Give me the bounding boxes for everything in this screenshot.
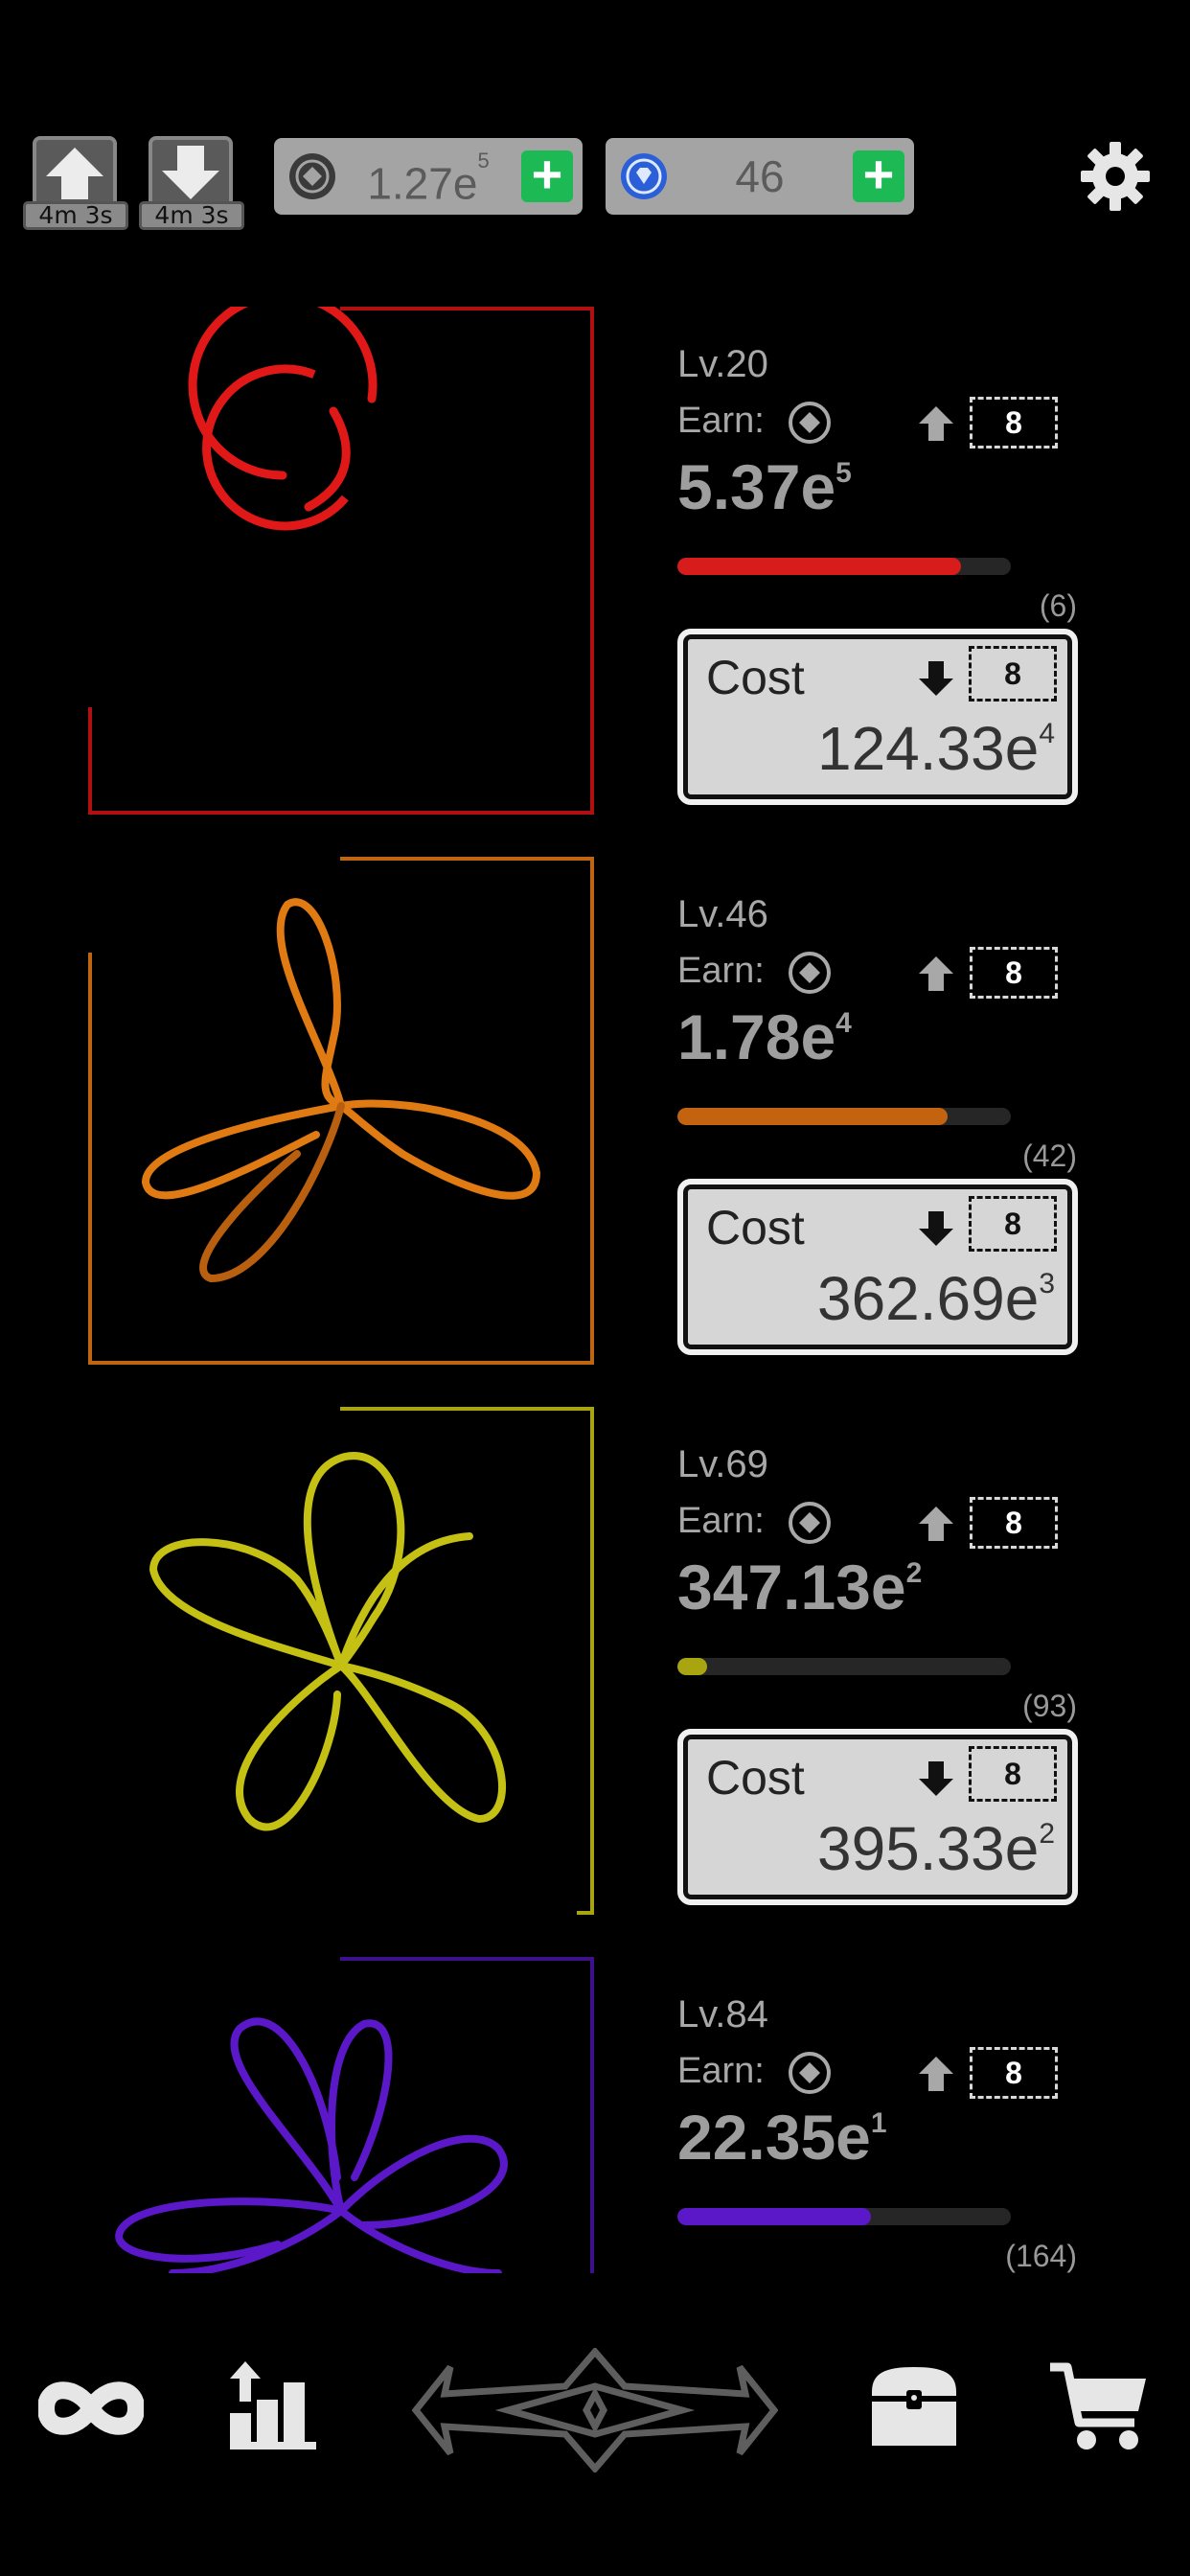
arrow-up-icon xyxy=(919,406,953,441)
arrow-up-icon xyxy=(919,956,953,991)
center-emblem-icon[interactable] xyxy=(412,2348,778,2472)
progress-fill xyxy=(677,1658,708,1675)
generator-card-2: Lv.46 Earn: 8 1.78e4 (42) Cost 8 362.69e… xyxy=(0,857,1190,1393)
arrow-down-icon xyxy=(919,1761,953,1796)
buy-button[interactable]: Cost 8 395.33e2 xyxy=(677,1729,1078,1905)
curve-display[interactable] xyxy=(86,1957,594,2273)
earn-value: 347.13e2 xyxy=(677,1552,923,1622)
cost-value: 395.33e2 xyxy=(816,1814,1055,1883)
cost-value: 362.69e3 xyxy=(816,1264,1055,1333)
curve-display[interactable] xyxy=(86,1407,594,1915)
infinity-icon[interactable] xyxy=(38,2375,144,2442)
progress-bar xyxy=(677,558,1011,575)
upload-timer: 4m 3s xyxy=(23,201,128,230)
earn-label: Earn: xyxy=(677,2051,765,2091)
progress-bar xyxy=(677,2208,1011,2225)
coin-icon xyxy=(789,2052,831,2094)
buy-button[interactable]: Cost 8 362.69e3 xyxy=(677,1179,1078,1355)
gem-value: 46 xyxy=(735,151,785,201)
owned-count: (42) xyxy=(1022,1138,1077,1173)
generator-card-1: Lv.20 Earn: 8 5.37e5 (6) Cost 8 124.33e4 xyxy=(0,307,1190,843)
level-label: Lv.69 xyxy=(677,1443,768,1485)
arrow-up-icon xyxy=(919,1506,953,1541)
top-bar: 4m 3s 4m 3s 1.27e5 + 46 + xyxy=(23,134,1167,230)
earn-label: Earn: xyxy=(677,401,765,441)
gear-icon[interactable] xyxy=(1077,138,1154,215)
cart-icon[interactable] xyxy=(1046,2359,1152,2455)
owned-count: (164) xyxy=(1005,2239,1077,2273)
earn-multiplier[interactable]: 8 xyxy=(970,397,1058,448)
arrow-down-icon xyxy=(919,661,953,696)
progress-fill xyxy=(677,1108,948,1125)
cost-multiplier[interactable]: 8 xyxy=(969,1196,1057,1252)
earn-label: Earn: xyxy=(677,1501,765,1541)
generator-card-4: Lv.84 Earn: 8 22.35e1 (164) xyxy=(0,1957,1190,2273)
earn-multiplier[interactable]: 8 xyxy=(970,1497,1058,1549)
arrow-up-icon xyxy=(46,148,103,199)
coin-icon xyxy=(289,153,335,199)
progress-bar xyxy=(677,1108,1011,1125)
download-timer: 4m 3s xyxy=(139,201,244,230)
cost-label: Cost xyxy=(706,1751,805,1805)
curve-display[interactable] xyxy=(86,857,594,1365)
cost-label: Cost xyxy=(706,1201,805,1254)
coin-icon xyxy=(789,1502,831,1544)
cost-value: 124.33e4 xyxy=(816,714,1055,783)
buy-button[interactable]: Cost 8 124.33e4 xyxy=(677,629,1078,805)
level-label: Lv.20 xyxy=(677,343,768,385)
stats-upgrade-icon[interactable] xyxy=(228,2358,320,2453)
cost-multiplier[interactable]: 8 xyxy=(969,1746,1057,1802)
coin-icon xyxy=(789,402,831,444)
arrow-up-icon xyxy=(919,2057,953,2091)
gem-counter: 46 + xyxy=(606,138,914,215)
curve-display[interactable] xyxy=(86,307,594,815)
owned-count: (93) xyxy=(1022,1689,1077,1723)
level-label: Lv.84 xyxy=(677,1993,768,2036)
earn-label: Earn: xyxy=(677,951,765,991)
earn-value: 1.78e4 xyxy=(677,1001,852,1072)
cost-label: Cost xyxy=(706,651,805,704)
bottom-navigation xyxy=(0,2329,1190,2492)
arrow-down-icon xyxy=(919,1211,953,1246)
earn-value: 5.37e5 xyxy=(677,451,852,522)
progress-fill xyxy=(677,2208,871,2225)
gem-icon xyxy=(621,153,667,199)
buy-coins-button[interactable]: + xyxy=(521,148,573,202)
upload-boost-button[interactable]: 4m 3s xyxy=(23,134,128,230)
generator-card-3: Lv.69 Earn: 8 347.13e2 (93) Cost 8 395.3… xyxy=(0,1407,1190,1944)
coin-counter: 1.27e5 + xyxy=(274,138,583,215)
chest-icon[interactable] xyxy=(866,2363,962,2450)
cost-multiplier[interactable]: 8 xyxy=(969,646,1057,702)
progress-bar xyxy=(677,1658,1011,1675)
coin-value: 1.27e5 xyxy=(367,149,490,209)
coin-icon xyxy=(789,952,831,994)
progress-fill xyxy=(677,558,961,575)
download-boost-button[interactable]: 4m 3s xyxy=(139,134,244,230)
earn-multiplier[interactable]: 8 xyxy=(970,2047,1058,2099)
owned-count: (6) xyxy=(1039,588,1077,623)
earn-multiplier[interactable]: 8 xyxy=(970,947,1058,999)
buy-gems-button[interactable]: + xyxy=(853,148,904,202)
arrow-down-icon xyxy=(162,146,219,199)
level-label: Lv.46 xyxy=(677,893,768,935)
earn-value: 22.35e1 xyxy=(677,2102,887,2173)
